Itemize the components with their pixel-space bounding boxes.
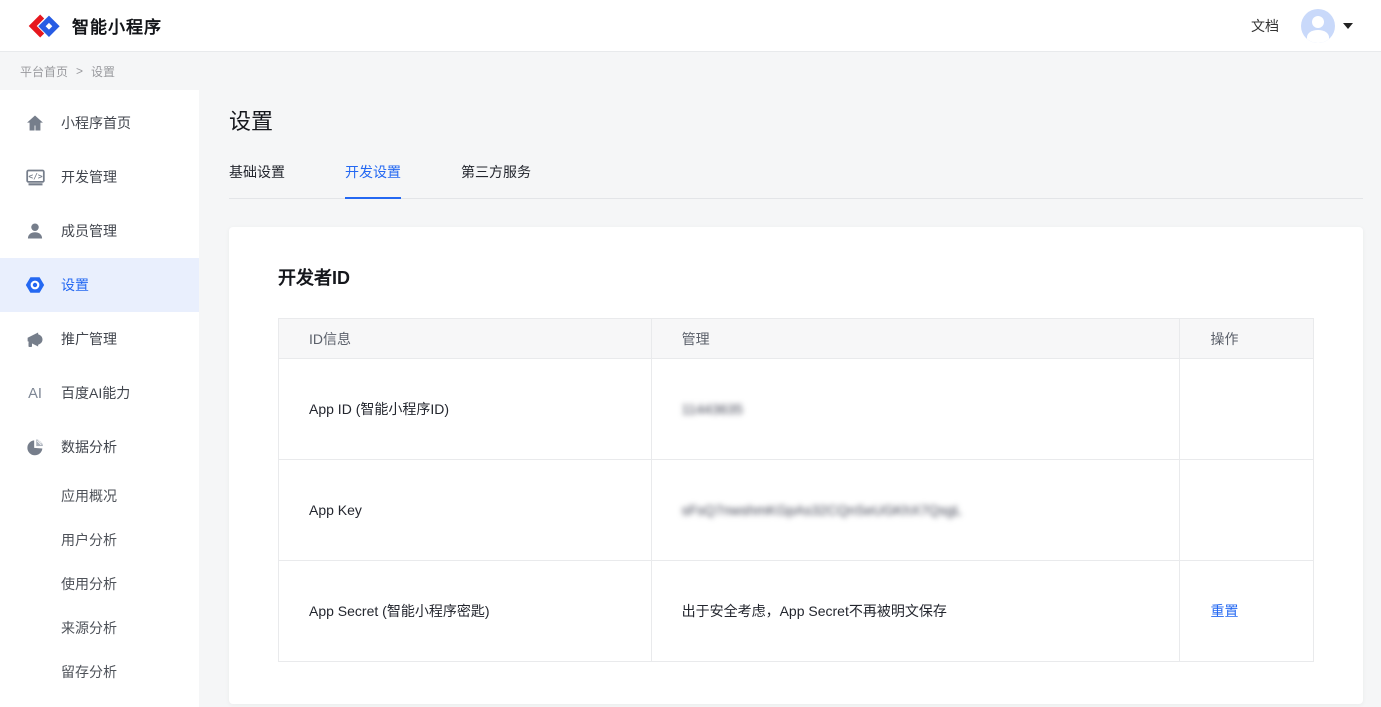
breadcrumb-separator: > bbox=[76, 64, 83, 78]
breadcrumb-home[interactable]: 平台首页 bbox=[20, 63, 68, 80]
brand-title: 智能小程序 bbox=[72, 13, 162, 38]
sidebar-item-label: 小程序首页 bbox=[61, 113, 131, 133]
sidebar-subitem-label: 用户分析 bbox=[61, 530, 117, 550]
sidebar-subitem-overview[interactable]: 应用概况 bbox=[0, 474, 199, 518]
sidebar-subitem-usage[interactable]: 使用分析 bbox=[0, 562, 199, 606]
breadcrumb: 平台首页 > 设置 bbox=[0, 52, 1381, 90]
sidebar-subitem-retention[interactable]: 留存分析 bbox=[0, 650, 199, 694]
sidebar-item-label: 推广管理 bbox=[61, 329, 117, 349]
reset-button[interactable]: 重置 bbox=[1210, 603, 1238, 619]
sidebar-item-label: 百度AI能力 bbox=[61, 383, 130, 403]
row-label: App Key bbox=[279, 460, 652, 561]
app-id-value: 11443635 bbox=[682, 401, 743, 417]
breadcrumb-current: 设置 bbox=[91, 63, 115, 80]
sidebar-item-label: 开发管理 bbox=[61, 167, 117, 187]
sidebar-item-label: 数据分析 bbox=[61, 437, 117, 457]
sidebar-item-label: 成员管理 bbox=[61, 221, 117, 241]
top-header: 智能小程序 文档 bbox=[0, 0, 1381, 52]
developer-id-card: 开发者ID ID信息 管理 操作 App ID (智能小程序ID) 114436… bbox=[229, 227, 1363, 704]
sidebar-item-label: 设置 bbox=[61, 275, 89, 295]
pie-chart-icon bbox=[24, 436, 46, 458]
svg-text:</>: </> bbox=[28, 171, 42, 180]
row-label: App ID (智能小程序ID) bbox=[279, 359, 652, 460]
sidebar-subitem-label: 使用分析 bbox=[61, 574, 117, 594]
brand[interactable]: 智能小程序 bbox=[28, 12, 162, 40]
tab-third-party[interactable]: 第三方服务 bbox=[461, 162, 531, 199]
page-title: 设置 bbox=[229, 104, 1363, 136]
column-header-action: 操作 bbox=[1180, 319, 1314, 359]
sidebar-subitem-label: 来源分析 bbox=[61, 618, 117, 638]
sidebar-subitem-source[interactable]: 来源分析 bbox=[0, 606, 199, 650]
sidebar-item-settings[interactable]: 设置 bbox=[0, 258, 199, 312]
card-heading: 开发者ID bbox=[278, 264, 1314, 290]
sidebar-subitem-label: 留存分析 bbox=[61, 662, 117, 682]
sidebar: 小程序首页 </> 开发管理 成员管理 设置 bbox=[0, 90, 199, 707]
sidebar-item-members[interactable]: 成员管理 bbox=[0, 204, 199, 258]
sidebar-subitem-users[interactable]: 用户分析 bbox=[0, 518, 199, 562]
chevron-down-icon[interactable] bbox=[1343, 23, 1353, 29]
column-header-manage: 管理 bbox=[651, 319, 1180, 359]
home-icon bbox=[24, 112, 46, 134]
table-header-row: ID信息 管理 操作 bbox=[279, 319, 1314, 359]
app-key-value: sFsQ7nwshmKGpAs32CQnSeUGKhX7QsgL bbox=[682, 502, 962, 518]
sidebar-item-ai[interactable]: AI 百度AI能力 bbox=[0, 366, 199, 420]
table-row-app-id: App ID (智能小程序ID) 11443635 bbox=[279, 359, 1314, 460]
row-label: App Secret (智能小程序密匙) bbox=[279, 561, 652, 662]
code-icon: </> bbox=[24, 166, 46, 188]
tab-dev-settings[interactable]: 开发设置 bbox=[345, 162, 401, 199]
sidebar-item-analytics[interactable]: 数据分析 bbox=[0, 420, 199, 474]
app-secret-note: 出于安全考虑，App Secret不再被明文保存 bbox=[651, 561, 1180, 662]
sidebar-item-home[interactable]: 小程序首页 bbox=[0, 96, 199, 150]
sidebar-subitem-label: 应用概况 bbox=[61, 486, 117, 506]
megaphone-icon bbox=[24, 328, 46, 350]
tab-basic-settings[interactable]: 基础设置 bbox=[229, 162, 285, 199]
sidebar-item-promotion[interactable]: 推广管理 bbox=[0, 312, 199, 366]
settings-tabs: 基础设置 开发设置 第三方服务 bbox=[229, 162, 1363, 199]
doc-link[interactable]: 文档 bbox=[1251, 16, 1279, 36]
svg-text:AI: AI bbox=[28, 386, 42, 402]
sidebar-item-dev[interactable]: </> 开发管理 bbox=[0, 150, 199, 204]
table-row-app-secret: App Secret (智能小程序密匙) 出于安全考虑，App Secret不再… bbox=[279, 561, 1314, 662]
table-row-app-key: App Key sFsQ7nwshmKGpAs32CQnSeUGKhX7QsgL bbox=[279, 460, 1314, 561]
ai-icon: AI bbox=[24, 382, 46, 404]
member-icon bbox=[24, 220, 46, 242]
column-header-id-info: ID信息 bbox=[279, 319, 652, 359]
avatar[interactable] bbox=[1301, 9, 1335, 43]
user-menu[interactable] bbox=[1301, 9, 1353, 43]
main-content: 设置 基础设置 开发设置 第三方服务 开发者ID ID信息 管理 操作 App … bbox=[199, 90, 1381, 707]
developer-id-table: ID信息 管理 操作 App ID (智能小程序ID) 11443635 App… bbox=[278, 318, 1314, 662]
settings-icon bbox=[24, 274, 46, 296]
brand-logo-icon bbox=[28, 12, 62, 40]
